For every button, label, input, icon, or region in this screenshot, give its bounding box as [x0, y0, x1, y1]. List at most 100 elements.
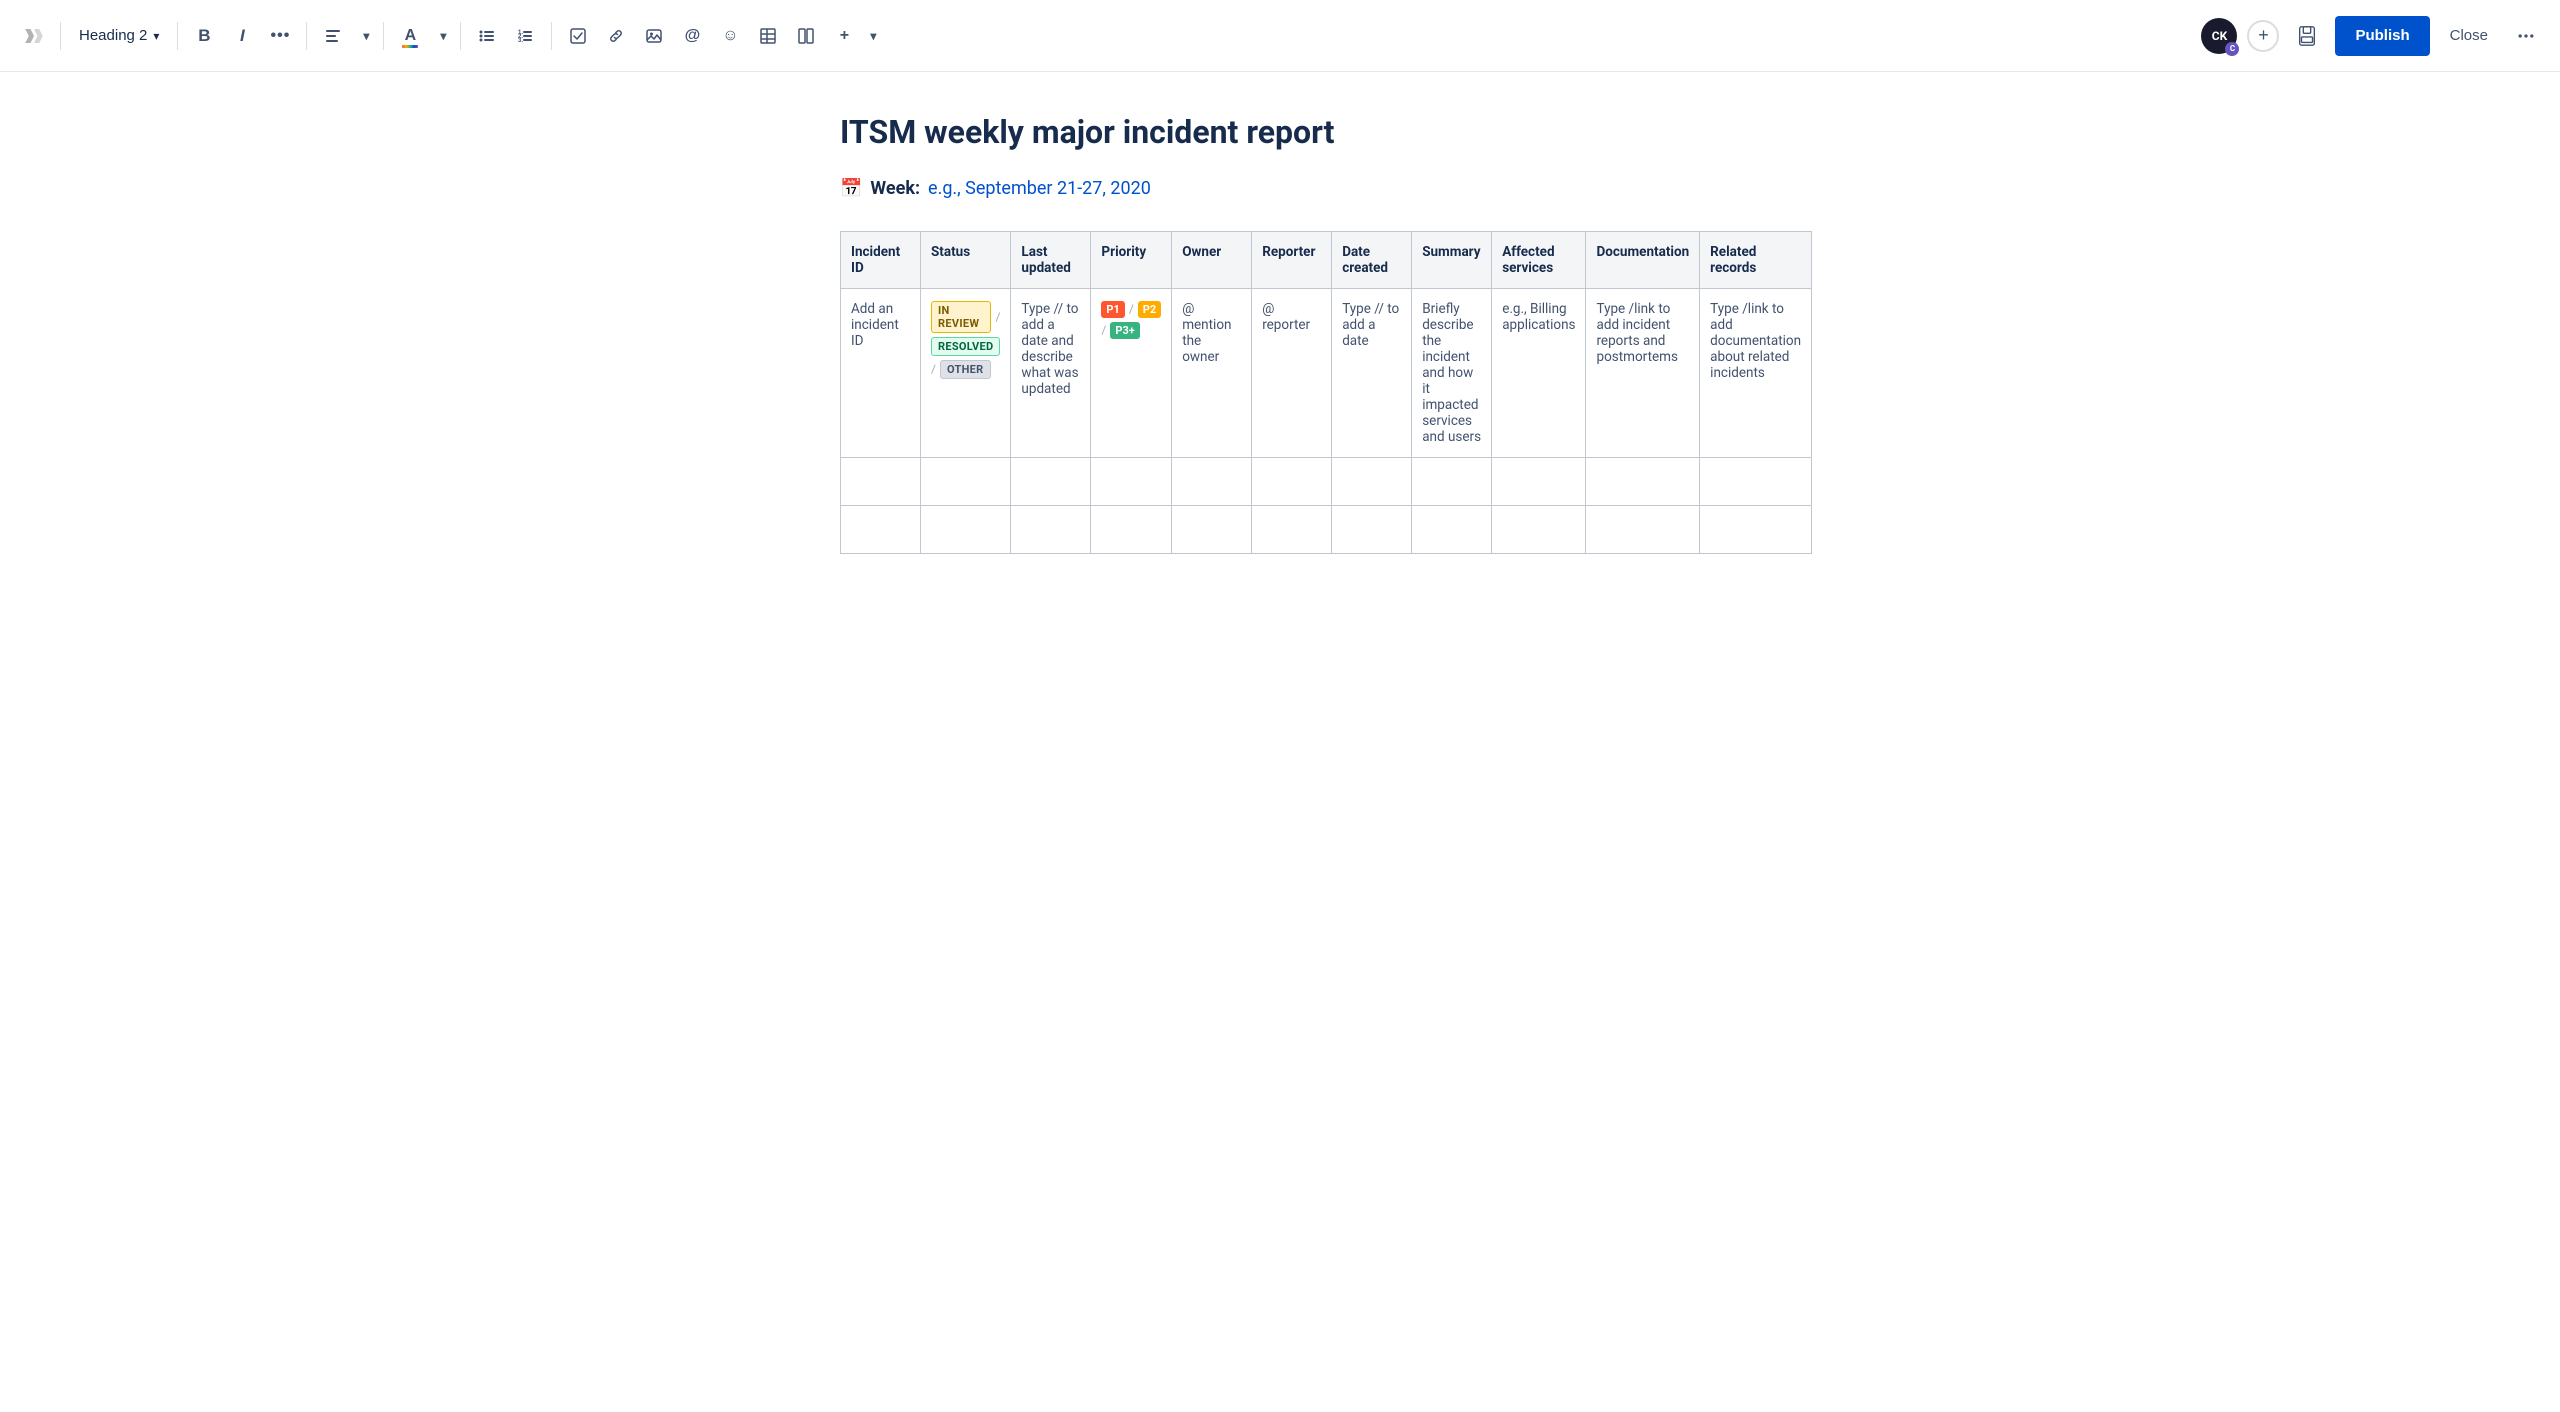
text-color-chevron[interactable]: ▾: [434, 18, 452, 54]
empty-cell[interactable]: [1412, 457, 1492, 505]
empty-cell[interactable]: [841, 457, 921, 505]
bold-button[interactable]: B: [186, 18, 222, 54]
list-group: 1. 2. 3.: [469, 18, 543, 54]
empty-cell[interactable]: [1586, 457, 1700, 505]
cell-documentation[interactable]: Type /link to add incident reports and p…: [1586, 288, 1700, 457]
empty-cell[interactable]: [841, 505, 921, 553]
cell-last-updated[interactable]: Type // to add a date and describe what …: [1011, 288, 1091, 457]
cell-owner[interactable]: @ mention the owner: [1172, 288, 1252, 457]
avatar-badge: C: [2225, 42, 2239, 56]
image-button[interactable]: [636, 18, 672, 54]
week-line: 📅 Week: e.g., September 21-27, 2020: [840, 178, 1720, 199]
empty-cell[interactable]: [1586, 505, 1700, 553]
calendar-emoji: 📅: [840, 178, 862, 199]
empty-cell[interactable]: [1091, 505, 1172, 553]
add-collaborator-button[interactable]: +: [2247, 20, 2279, 52]
cell-affected-services[interactable]: e.g., Billing applications: [1492, 288, 1586, 457]
more-format-button[interactable]: •••: [262, 18, 298, 54]
cell-status[interactable]: IN REVIEW / RESOLVED / OTHER: [921, 288, 1011, 457]
week-label: Week:: [870, 178, 920, 199]
divider-6: [551, 22, 552, 50]
empty-cell[interactable]: [1412, 505, 1492, 553]
p1-badge: P1: [1101, 301, 1124, 318]
empty-cell[interactable]: [1332, 505, 1412, 553]
th-related-records: Related records: [1700, 231, 1812, 288]
empty-cell[interactable]: [1252, 457, 1332, 505]
cell-priority[interactable]: P1 / P2 / P3+: [1091, 288, 1172, 457]
empty-cell[interactable]: [921, 505, 1011, 553]
empty-cell[interactable]: [1700, 457, 1812, 505]
cell-related-records[interactable]: Type /link to add documentation about re…: [1700, 288, 1812, 457]
empty-cell[interactable]: [921, 457, 1011, 505]
heading-dropdown[interactable]: Heading 2 ▾: [69, 21, 169, 50]
layout-button[interactable]: [788, 18, 824, 54]
align-chevron-button[interactable]: ▾: [357, 18, 375, 54]
empty-cell[interactable]: [1252, 505, 1332, 553]
empty-cell[interactable]: [1332, 457, 1412, 505]
align-button[interactable]: [315, 18, 351, 54]
chevron-down-icon: ▾: [153, 29, 159, 43]
empty-cell[interactable]: [1492, 505, 1586, 553]
toolbar-right: CK C + Publish Close: [2201, 16, 2544, 56]
task-button[interactable]: [560, 18, 596, 54]
p3-badge: P3+: [1110, 322, 1139, 339]
th-incident-id: Incident ID: [841, 231, 921, 288]
th-status: Status: [921, 231, 1011, 288]
cell-reporter[interactable]: @ reporter: [1252, 288, 1332, 457]
insert-more-button[interactable]: +: [826, 18, 862, 54]
header-row: Incident ID Status Last updated Priority…: [841, 231, 1812, 288]
empty-cell[interactable]: [1011, 457, 1091, 505]
empty-cell[interactable]: [1700, 505, 1812, 553]
divider-1: [60, 22, 61, 50]
priority-row-1: P1 / P2: [1101, 301, 1161, 318]
th-date-created: Date created: [1332, 231, 1412, 288]
italic-button[interactable]: I: [224, 18, 260, 54]
empty-cell[interactable]: [1492, 457, 1586, 505]
table-button[interactable]: [750, 18, 786, 54]
table-body: Add an incident ID IN REVIEW / RESOLVED …: [841, 288, 1812, 553]
th-affected-services: Affected services: [1492, 231, 1586, 288]
priority-row-2: / P3+: [1101, 322, 1161, 339]
divider-4: [383, 22, 384, 50]
save-button[interactable]: [2289, 18, 2325, 54]
empty-cell[interactable]: [1091, 457, 1172, 505]
status-row-3: / OTHER: [931, 360, 1000, 379]
cell-date-created[interactable]: Type // to add a date: [1332, 288, 1412, 457]
text-color-button[interactable]: A: [392, 18, 428, 54]
p2-badge: P2: [1138, 301, 1161, 318]
in-review-badge: IN REVIEW: [931, 301, 991, 333]
heading-label: Heading 2: [79, 27, 147, 44]
publish-button[interactable]: Publish: [2335, 16, 2429, 56]
logo-icon[interactable]: [16, 18, 52, 54]
bullet-list-button[interactable]: [469, 18, 505, 54]
empty-cell[interactable]: [1172, 505, 1252, 553]
link-button[interactable]: [598, 18, 634, 54]
empty-cell[interactable]: [1011, 505, 1091, 553]
cell-summary[interactable]: Briefly describe the incident and how it…: [1412, 288, 1492, 457]
emoji-button[interactable]: ☺: [712, 18, 748, 54]
th-documentation: Documentation: [1586, 231, 1700, 288]
th-last-updated: Last updated: [1011, 231, 1091, 288]
close-button[interactable]: Close: [2440, 19, 2498, 52]
table-row: Add an incident ID IN REVIEW / RESOLVED …: [841, 288, 1812, 457]
text-format-group: B I •••: [186, 18, 298, 54]
insert-chevron[interactable]: ▾: [864, 18, 882, 54]
insert-group: @ ☺ + ▾: [560, 18, 882, 54]
divider-3: [306, 22, 307, 50]
numbered-list-button[interactable]: 1. 2. 3.: [507, 18, 543, 54]
th-reporter: Reporter: [1252, 231, 1332, 288]
divider-2: [177, 22, 178, 50]
toolbar-left: Heading 2 ▾ B I ••• ▾ A ▾: [16, 18, 2193, 54]
incident-table: Incident ID Status Last updated Priority…: [840, 231, 1812, 554]
empty-cell[interactable]: [1172, 457, 1252, 505]
week-value[interactable]: e.g., September 21-27, 2020: [928, 178, 1151, 199]
more-options-button[interactable]: [2508, 18, 2544, 54]
mention-button[interactable]: @: [674, 18, 710, 54]
cell-incident-id[interactable]: Add an incident ID: [841, 288, 921, 457]
table-row: [841, 457, 1812, 505]
doc-title[interactable]: ITSM weekly major incident report: [840, 112, 1720, 154]
divider-5: [460, 22, 461, 50]
th-priority: Priority: [1091, 231, 1172, 288]
toolbar: Heading 2 ▾ B I ••• ▾ A ▾: [0, 0, 2560, 72]
content-area: ITSM weekly major incident report 📅 Week…: [780, 72, 1780, 634]
